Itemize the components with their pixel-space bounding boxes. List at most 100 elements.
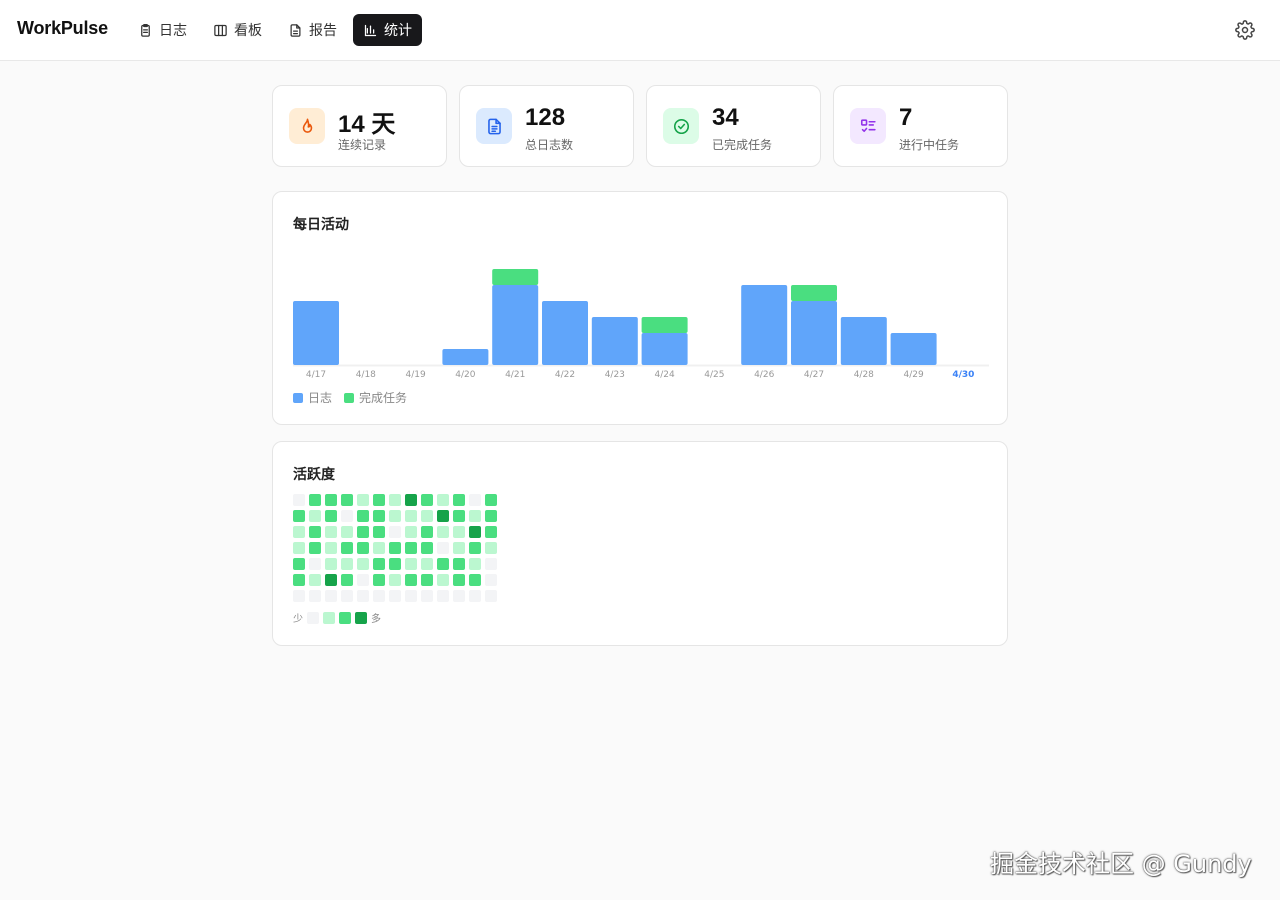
heatmap-cell bbox=[373, 494, 385, 506]
legend-swatch bbox=[344, 392, 355, 403]
x-tick-label: 4/20 bbox=[455, 370, 475, 380]
heatmap-cell bbox=[485, 574, 497, 586]
heatmap-cell bbox=[405, 510, 417, 522]
heatmap-cell bbox=[373, 590, 385, 602]
heatmap-cell bbox=[309, 510, 321, 522]
heatmap-cell bbox=[453, 510, 465, 522]
heatmap-cell bbox=[437, 574, 449, 586]
stat-card-streak: 14 天 连续记录 bbox=[272, 85, 447, 167]
heatmap-cell bbox=[341, 510, 353, 522]
heatmap-cell bbox=[293, 526, 305, 538]
stat-label: 已完成任务 bbox=[712, 138, 773, 152]
x-tick-label: 4/24 bbox=[654, 370, 674, 380]
heatmap-cell bbox=[421, 526, 433, 538]
scale-cell-1 bbox=[323, 611, 335, 624]
activity-heatmap bbox=[293, 494, 497, 602]
heatmap-cell bbox=[357, 526, 369, 538]
heatmap-cell bbox=[325, 542, 337, 554]
x-tick-label: 4/17 bbox=[306, 370, 326, 380]
stat-card-in-progress-tasks: 7 进行中任务 bbox=[833, 85, 1008, 167]
heatmap-cell bbox=[405, 542, 417, 554]
stat-icon-box bbox=[289, 108, 325, 144]
stat-label: 连续记录 bbox=[338, 138, 387, 152]
bar-tasks-4/21 bbox=[492, 269, 539, 285]
heatmap-cell bbox=[389, 526, 401, 538]
check-circle-icon bbox=[673, 118, 689, 134]
heatmap-cell bbox=[469, 510, 481, 522]
heatmap-cell bbox=[469, 590, 481, 602]
heatmap-cell bbox=[293, 590, 305, 602]
scale-cell-3 bbox=[355, 611, 367, 624]
heatmap-cell bbox=[453, 574, 465, 586]
heatmap-cell bbox=[325, 526, 337, 538]
bar-logs-4/22 bbox=[542, 301, 588, 365]
heatmap-cell bbox=[309, 542, 321, 554]
nav-tab-reports[interactable]: 报告 bbox=[278, 14, 347, 46]
heatmap-cell bbox=[309, 590, 321, 602]
heatmap-cell bbox=[485, 526, 497, 538]
top-navigation-bar: WorkPulse 日志 看板 报告 统计 bbox=[0, 0, 1280, 61]
heatmap-cell bbox=[389, 590, 401, 602]
heatmap-cell bbox=[453, 590, 465, 602]
gear-icon[interactable] bbox=[1235, 20, 1255, 40]
heatmap-cell bbox=[437, 542, 449, 554]
stat-icon-box bbox=[476, 108, 512, 144]
heatmap-cell bbox=[293, 574, 305, 586]
heatmap-cell bbox=[373, 526, 385, 538]
legend-label: 日志 bbox=[308, 391, 333, 405]
heatmap-cell bbox=[421, 574, 433, 586]
heatmap-cell bbox=[469, 558, 481, 570]
x-tick-label: 4/22 bbox=[555, 370, 575, 380]
bar-tasks-4/24 bbox=[641, 317, 688, 333]
bar-logs-4/26 bbox=[741, 285, 788, 365]
nav-tab-label: 日志 bbox=[159, 23, 187, 39]
heatmap-cell bbox=[485, 558, 497, 570]
heatmap-cell bbox=[357, 542, 369, 554]
bar-logs-4/21 bbox=[492, 285, 539, 365]
file-text-icon bbox=[487, 118, 501, 134]
heatmap-cell bbox=[437, 494, 449, 506]
heatmap-cell bbox=[469, 526, 481, 538]
heatmap-cell bbox=[341, 526, 353, 538]
nav-tab-stats[interactable]: 统计 bbox=[353, 14, 422, 46]
heatmap-cell bbox=[485, 542, 497, 554]
heatmap-scale: 少 多 bbox=[293, 610, 381, 625]
document-icon bbox=[290, 23, 301, 37]
x-tick-label: 4/21 bbox=[505, 370, 525, 380]
columns-icon bbox=[214, 24, 227, 36]
heatmap-cell bbox=[341, 590, 353, 602]
heatmap-cell bbox=[309, 494, 321, 506]
heatmap-cell bbox=[325, 494, 337, 506]
heatmap-cell bbox=[405, 526, 417, 538]
heatmap-cell bbox=[453, 494, 465, 506]
heatmap-cell bbox=[485, 510, 497, 522]
heatmap-cell bbox=[341, 574, 353, 586]
legend-label: 完成任务 bbox=[359, 391, 408, 405]
heatmap-cell bbox=[309, 558, 321, 570]
heatmap-cell bbox=[373, 558, 385, 570]
heatmap-cell bbox=[357, 558, 369, 570]
nav-tab-label: 统计 bbox=[384, 23, 412, 39]
heatmap-cell bbox=[389, 510, 401, 522]
nav-tab-kanban[interactable]: 看板 bbox=[203, 14, 272, 46]
x-tick-label: 4/27 bbox=[804, 370, 824, 380]
main-nav: 日志 看板 报告 统计 bbox=[128, 14, 428, 46]
nav-tab-logs[interactable]: 日志 bbox=[128, 14, 197, 46]
heatmap-cell bbox=[341, 494, 353, 506]
heatmap-cell bbox=[469, 574, 481, 586]
bar-logs-4/28 bbox=[840, 317, 887, 365]
x-tick-label: 4/23 bbox=[605, 370, 625, 380]
heatmap-cell bbox=[309, 574, 321, 586]
heatmap-cell bbox=[357, 590, 369, 602]
heatmap-cell bbox=[309, 526, 321, 538]
heatmap-cell bbox=[453, 558, 465, 570]
heatmap-cell bbox=[453, 526, 465, 538]
heatmap-cell bbox=[373, 574, 385, 586]
scale-cell-0 bbox=[307, 611, 319, 624]
heatmap-cell bbox=[437, 526, 449, 538]
task-list-icon bbox=[860, 118, 876, 132]
heatmap-cell bbox=[293, 510, 305, 522]
daily-activity-chart: 4/17 4/18 4/19 4/20 4/21 4/22 4/23 4/24 4/25 4/26… bbox=[293, 269, 989, 380]
heatmap-cell bbox=[357, 494, 369, 506]
x-tick-label: 4/28 bbox=[854, 370, 874, 380]
